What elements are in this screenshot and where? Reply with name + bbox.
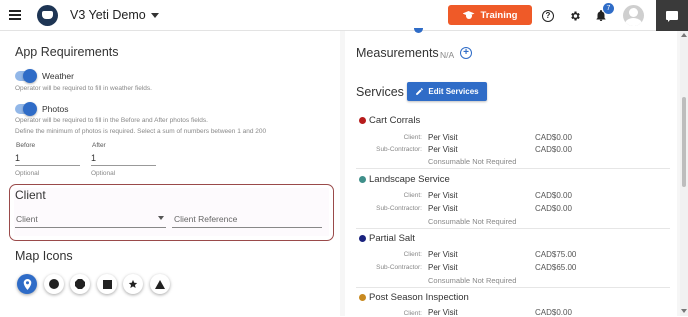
circle-icon[interactable] — [44, 274, 64, 294]
app-requirements-title: App Requirements — [15, 45, 119, 59]
client-price: CAD$75.00 — [535, 250, 577, 259]
map-icons-title: Map Icons — [15, 249, 73, 263]
after-count-input[interactable]: 1 — [91, 153, 156, 166]
notification-badge: 7 — [603, 3, 614, 14]
edit-services-button[interactable]: Edit Services — [407, 82, 487, 101]
service-color-dot — [359, 294, 366, 301]
training-button[interactable]: Training — [448, 5, 532, 25]
scroll-up-arrow-icon[interactable] — [681, 33, 687, 37]
dropdown-arrow-icon — [158, 216, 164, 220]
client-label: Client: — [403, 251, 422, 258]
chat-button[interactable] — [656, 0, 688, 31]
gear-icon[interactable] — [569, 10, 581, 22]
client-price: CAD$0.00 — [535, 191, 572, 200]
photos-toggle-label: Photos — [42, 104, 69, 114]
app-title[interactable]: V3 Yeti Demo — [70, 8, 146, 22]
before-optional-hint: Optional — [15, 170, 40, 177]
avatar[interactable] — [623, 5, 644, 26]
help-icon[interactable]: ? — [542, 10, 554, 22]
octagon-icon[interactable] — [70, 274, 90, 294]
square-icon[interactable] — [97, 274, 117, 294]
client-reference-placeholder: Client Reference — [174, 214, 238, 224]
company-logo[interactable] — [37, 5, 58, 26]
consumable-note: Consumable Not Required — [428, 157, 517, 166]
client-select[interactable]: Client — [15, 211, 166, 228]
before-label: Before — [16, 142, 36, 149]
client-section-title: Client — [15, 188, 46, 202]
divider — [356, 287, 670, 288]
subcontractor-price: CAD$65.00 — [535, 263, 577, 272]
divider — [356, 168, 670, 169]
client-reference-input[interactable]: Client Reference — [172, 211, 322, 228]
edit-services-label: Edit Services — [428, 87, 479, 96]
subcontractor-label: Sub-Contractor: — [376, 205, 422, 212]
service-color-dot — [359, 117, 366, 124]
client-frequency: Per Visit — [428, 133, 458, 142]
hamburger-menu-icon[interactable] — [9, 10, 21, 20]
photos-hint: Operator will be required to fill in the… — [15, 117, 208, 124]
services-title: Services — [356, 85, 404, 99]
subcontractor-frequency: Per Visit — [428, 263, 458, 272]
client-label: Client: — [403, 134, 422, 141]
subcontractor-frequency: Per Visit — [428, 204, 458, 213]
client-price: CAD$0.00 — [535, 133, 572, 142]
star-icon[interactable] — [123, 274, 143, 294]
weather-toggle[interactable] — [15, 69, 37, 83]
consumable-note: Consumable Not Required — [428, 276, 517, 285]
subcontractor-label: Sub-Contractor: — [376, 264, 422, 271]
service-color-dot — [359, 235, 366, 242]
photos-count-hint: Define the minimum of photos is required… — [15, 128, 267, 135]
subcontractor-frequency: Per Visit — [428, 145, 458, 154]
pencil-icon — [416, 88, 424, 95]
service-color-dot — [359, 176, 366, 183]
before-count-input[interactable]: 1 — [15, 153, 80, 166]
scrollbar[interactable] — [680, 31, 688, 316]
subcontractor-price: CAD$0.00 — [535, 204, 572, 213]
scrollbar-thumb[interactable] — [682, 97, 686, 187]
measurements-value: N/A — [440, 50, 455, 60]
training-button-label: Training — [480, 9, 518, 21]
chevron-down-icon[interactable] — [151, 13, 159, 18]
weather-hint: Operator will be required to fill in wea… — [15, 85, 152, 92]
service-name: Landscape Service — [369, 174, 450, 185]
measurements-title: Measurements — [356, 46, 439, 60]
triangle-icon[interactable] — [150, 274, 170, 294]
weather-toggle-label: Weather — [42, 71, 74, 81]
subcontractor-label: Sub-Contractor: — [376, 146, 422, 153]
service-name: Partial Salt — [369, 233, 415, 244]
subcontractor-price: CAD$0.00 — [535, 145, 572, 154]
divider — [356, 228, 670, 229]
service-name: Post Season Inspection — [369, 292, 469, 303]
add-measurement-icon[interactable]: + — [460, 47, 472, 59]
chat-bubble-icon — [666, 11, 678, 22]
map-pin-icon[interactable] — [17, 274, 37, 294]
client-select-placeholder: Client — [16, 214, 38, 224]
client-frequency: Per Visit — [428, 250, 458, 259]
client-label: Client: — [403, 192, 422, 199]
service-name: Cart Corrals — [369, 115, 421, 126]
after-label: After — [92, 142, 106, 149]
photos-toggle[interactable] — [15, 102, 37, 116]
consumable-note: Consumable Not Required — [428, 217, 517, 226]
scroll-down-arrow-icon[interactable] — [681, 309, 687, 313]
graduation-cap-icon — [463, 11, 475, 19]
after-optional-hint: Optional — [91, 170, 116, 177]
client-frequency: Per Visit — [428, 191, 458, 200]
